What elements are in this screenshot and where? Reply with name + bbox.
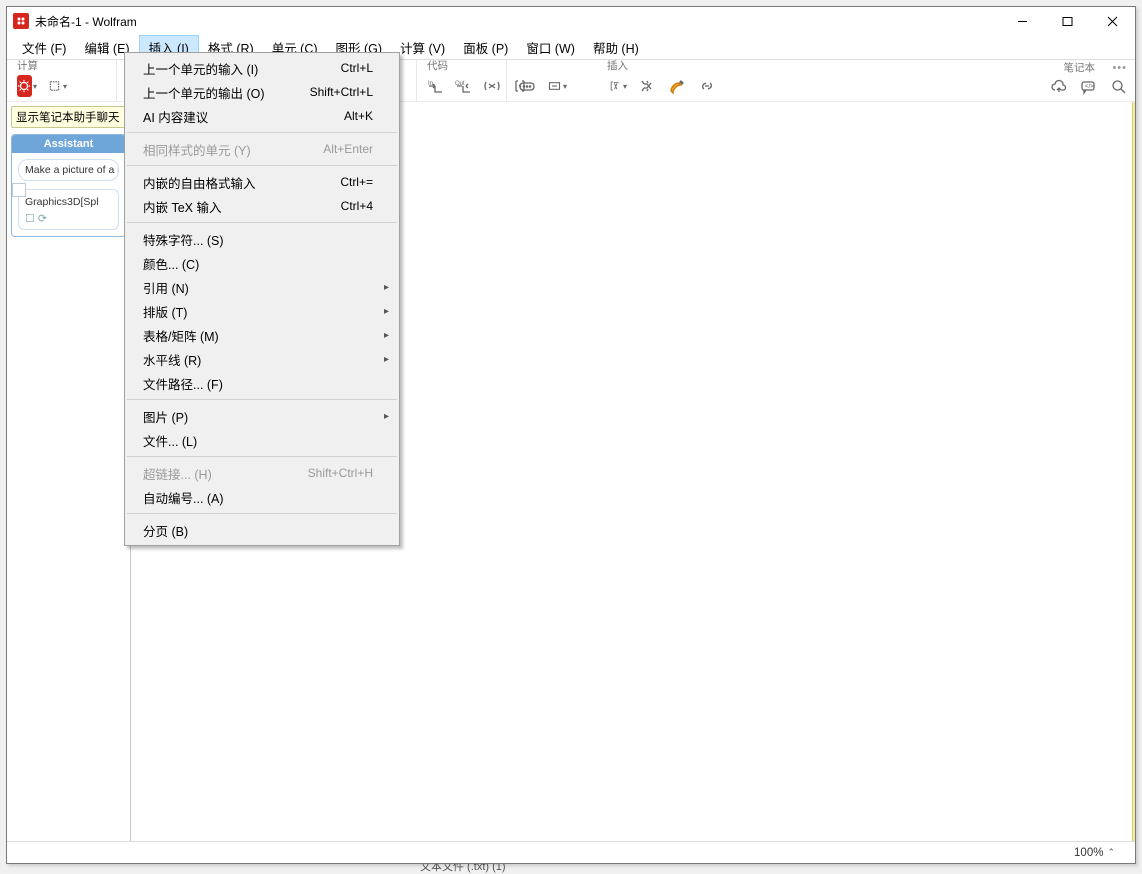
cell-bracket-strip[interactable]	[1132, 102, 1135, 841]
zoom-chevron-icon[interactable]: ⌃	[1107, 847, 1115, 858]
comment-icon[interactable]	[483, 76, 501, 96]
insert-hyperlink-icon[interactable]	[697, 76, 717, 96]
search-icon[interactable]	[1109, 77, 1129, 97]
menu-item[interactable]: 水平线 (R)▸	[125, 347, 399, 371]
menu-item: 相同样式的单元 (Y)Alt+Enter	[125, 137, 399, 161]
menu-item[interactable]: 排版 (T)▸	[125, 299, 399, 323]
menu-item[interactable]: AI 内容建议Alt+K	[125, 104, 399, 128]
menu-palettes[interactable]: 面板 (P)	[454, 35, 517, 59]
in-bracket-icon[interactable]: In	[427, 76, 445, 96]
statusbar: 100% ⌃	[7, 841, 1135, 863]
chat-icon[interactable]: </>	[1079, 77, 1099, 97]
menu-item[interactable]: 内嵌 TeX 输入Ctrl+4	[125, 194, 399, 218]
toolbar-group-code-label: 代码	[423, 59, 500, 73]
menu-item[interactable]: 内嵌的自由格式输入Ctrl+=	[125, 170, 399, 194]
menu-window[interactable]: 窗口 (W)	[517, 35, 584, 59]
abort-button[interactable]: ▾	[47, 76, 67, 96]
menu-item[interactable]: 上一个单元的输出 (O)Shift+Ctrl+L	[125, 80, 399, 104]
toolbar-group-notebook-label: 笔记本	[1064, 60, 1130, 74]
toolbar-group-calc-label: 计算	[13, 59, 110, 73]
menu-item[interactable]: 表格/矩阵 (M)▸	[125, 323, 399, 347]
menu-evaluation[interactable]: 计算 (V)	[391, 35, 454, 59]
cloud-upload-icon[interactable]	[1049, 77, 1069, 97]
menu-item[interactable]: 分页 (B)	[125, 518, 399, 542]
assistant-card-header: Assistant	[12, 135, 125, 153]
app-logo-icon	[13, 13, 29, 29]
evaluate-button[interactable]: ▾	[17, 76, 37, 96]
toolbar-group-code-label2	[513, 59, 591, 73]
cell-bracket-icon	[12, 183, 26, 197]
menu-file[interactable]: 文件 (F)	[13, 35, 75, 59]
menu-item[interactable]: 上一个单元的输入 (I)Ctrl+L	[125, 56, 399, 80]
svg-text:</>: </>	[1085, 84, 1094, 90]
assistant-tooltip: 显示笔记本助手聊天	[11, 106, 126, 128]
window-title: 未命名-1 - Wolfram	[35, 13, 1000, 30]
assistant-code-preview: Graphics3D[Spl ☐ ⟳	[18, 189, 119, 230]
assistant-mini-icons: ☐ ⟳	[25, 212, 112, 225]
menu-item[interactable]: 图片 (P)▸	[125, 404, 399, 428]
menu-item[interactable]: 特殊字符... (S)	[125, 227, 399, 251]
insert-drawing-icon[interactable]	[667, 76, 687, 96]
menu-item[interactable]: 颜色... (C)	[125, 251, 399, 275]
menu-item[interactable]: 自动编号... (A)	[125, 485, 399, 509]
menu-item[interactable]: 文件路径... (F)	[125, 371, 399, 395]
toolbar-group-insert-label: 插入	[603, 59, 761, 73]
iconize-icon[interactable]	[517, 76, 537, 96]
titlebar: 未命名-1 - Wolfram	[7, 7, 1135, 35]
menu-item: 超链接... (H)Shift+Ctrl+H	[125, 461, 399, 485]
out-bracket-icon[interactable]: Out	[455, 76, 473, 96]
menu-item[interactable]: 文件... (L)	[125, 428, 399, 452]
assistant-prompt-text: Make a picture of a s	[18, 159, 119, 181]
menu-help[interactable]: 帮助 (H)	[584, 35, 648, 59]
maximize-button[interactable]	[1045, 7, 1090, 35]
insert-special-char-icon[interactable]	[637, 76, 657, 96]
insert-menu-dropdown: 上一个单元的输入 (I)Ctrl+L上一个单元的输出 (O)Shift+Ctrl…	[124, 52, 400, 546]
zoom-level[interactable]: 100%	[1074, 847, 1103, 859]
uniconize-icon[interactable]: ▾	[547, 76, 567, 96]
menu-item[interactable]: 引用 (N)▸	[125, 275, 399, 299]
close-button[interactable]	[1090, 7, 1135, 35]
insert-math-icon[interactable]: ▾	[607, 76, 627, 96]
assistant-card[interactable]: Assistant Make a picture of a s Graphics…	[11, 134, 126, 237]
sidebar: 显示笔记本助手聊天 Assistant Make a picture of a …	[7, 102, 131, 841]
minimize-button[interactable]	[1000, 7, 1045, 35]
